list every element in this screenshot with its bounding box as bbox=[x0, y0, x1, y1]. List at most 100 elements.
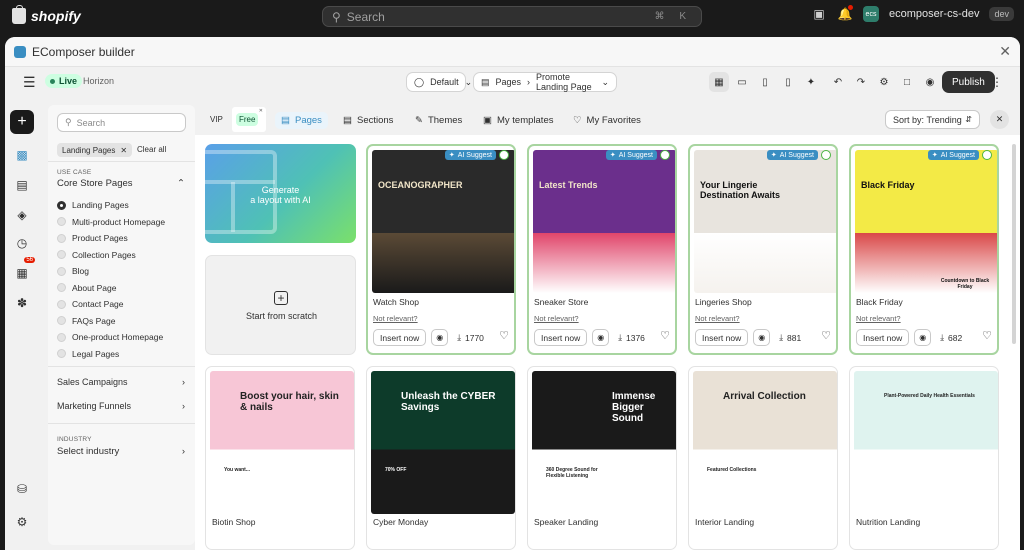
heart-icon[interactable]: ♡ bbox=[660, 329, 670, 342]
global-search-input[interactable]: ⚲ Search ⌘ K bbox=[322, 6, 702, 27]
preview-eye-icon[interactable]: ◉ bbox=[914, 329, 932, 346]
template-thumbnail[interactable]: Latest Trends bbox=[533, 150, 675, 293]
radio-button[interactable] bbox=[57, 250, 66, 259]
store-icon[interactable]: ▣ bbox=[811, 6, 827, 22]
heart-icon[interactable]: ♡ bbox=[499, 329, 509, 342]
filter-option[interactable]: Landing Pages bbox=[57, 200, 129, 210]
store-name[interactable]: ecomposer-cs-dev bbox=[889, 8, 979, 20]
preview-eye-icon[interactable]: ◉ bbox=[431, 329, 449, 346]
tab-sections[interactable]: ▤ Sections bbox=[343, 112, 393, 129]
gear-icon[interactable]: ⚙ bbox=[10, 510, 34, 534]
filter-option[interactable]: FAQs Page bbox=[57, 316, 115, 326]
magic-icon[interactable]: ✦ bbox=[801, 72, 821, 92]
marketing-funnels-link[interactable]: Marketing Funnels › bbox=[57, 401, 185, 411]
template-card[interactable]: Plant-Powered Daily Health Essentials Nut… bbox=[849, 366, 999, 550]
insert-now-button[interactable]: Insert now bbox=[856, 329, 910, 346]
not-relevant-link[interactable]: Not relevant? bbox=[373, 314, 418, 323]
insert-now-button[interactable]: Insert now bbox=[373, 329, 427, 346]
history-icon[interactable]: ◷ bbox=[10, 231, 34, 255]
template-thumbnail[interactable]: Unleash the CYBER Savings 70% OFF bbox=[371, 371, 515, 514]
radio-button[interactable] bbox=[57, 316, 66, 325]
tab-my-favorites[interactable]: ♡ My Favorites bbox=[573, 112, 641, 129]
apps-icon[interactable]: ▦ 56 bbox=[10, 257, 35, 285]
integrations-icon[interactable]: ✽ bbox=[10, 291, 34, 315]
radio-button[interactable] bbox=[57, 332, 66, 342]
page-select[interactable]: ▤ Pages › Promote Landing Page ⌄ bbox=[473, 72, 617, 92]
pages-icon[interactable]: ▤ bbox=[10, 173, 34, 197]
preview-eye-icon[interactable]: ◉ bbox=[753, 329, 771, 346]
scrollbar[interactable] bbox=[1012, 144, 1016, 344]
tab-pages[interactable]: ▤ Pages bbox=[275, 112, 328, 129]
radio-button[interactable] bbox=[57, 299, 66, 309]
insert-now-button[interactable]: Insert now bbox=[695, 329, 749, 346]
store-avatar[interactable]: ecs bbox=[863, 6, 879, 22]
radio-button[interactable] bbox=[57, 283, 66, 292]
industry-dropdown[interactable]: Select industry › bbox=[57, 446, 185, 457]
layout-icon[interactable]: ▦ bbox=[709, 72, 729, 92]
template-card[interactable]: Boost your hair, skin & nails You want...… bbox=[205, 366, 355, 550]
template-thumbnail[interactable]: Immense Bigger Sound 360 Degree Sound for… bbox=[532, 371, 676, 514]
bell-icon[interactable]: 🔔 bbox=[837, 5, 853, 22]
settings-icon[interactable]: ⚙ bbox=[874, 72, 894, 92]
close-icon[interactable]: ✕ bbox=[120, 146, 127, 155]
close-browser-button[interactable]: ✕ bbox=[990, 110, 1009, 129]
not-relevant-link[interactable]: Not relevant? bbox=[856, 314, 901, 323]
close-icon[interactable]: ✕ bbox=[259, 108, 263, 114]
shopify-logo[interactable]: shopify bbox=[12, 5, 81, 24]
filter-option[interactable]: Blog bbox=[57, 266, 89, 276]
redo-icon[interactable]: ↷ bbox=[851, 72, 871, 92]
close-icon[interactable]: ✕ bbox=[999, 43, 1011, 60]
radio-button[interactable] bbox=[57, 349, 66, 358]
template-card[interactable]: Unleash the CYBER Savings 70% OFF Cyber Mo… bbox=[366, 366, 516, 550]
radio-button[interactable] bbox=[57, 266, 66, 276]
heart-icon[interactable]: ♡ bbox=[982, 329, 992, 342]
add-icon[interactable]: + bbox=[10, 110, 34, 134]
database-icon[interactable]: ⛁ bbox=[10, 477, 34, 501]
filter-option[interactable]: Contact Page bbox=[57, 299, 124, 309]
template-thumbnail[interactable]: OCEANOGRAPHER bbox=[372, 150, 514, 293]
insert-now-button[interactable]: Insert now bbox=[534, 329, 588, 346]
radio-button[interactable] bbox=[57, 217, 66, 226]
desktop-icon[interactable]: ▭ bbox=[732, 72, 752, 92]
filter-option[interactable]: About Page bbox=[57, 283, 116, 293]
tab-my-templates[interactable]: ▣ My templates bbox=[483, 112, 553, 129]
start-from-scratch-card[interactable]: + Start from scratch bbox=[205, 255, 356, 355]
tablet-icon[interactable]: ▯ bbox=[755, 72, 775, 92]
template-card[interactable]: Immense Bigger Sound 360 Degree Sound for… bbox=[527, 366, 677, 550]
template-thumbnail[interactable]: Your Lingerie Destination Awaits bbox=[694, 150, 836, 293]
template-card[interactable]: Arrival Collection Featured Collections In… bbox=[688, 366, 838, 550]
sales-campaigns-link[interactable]: Sales Campaigns › bbox=[57, 377, 185, 387]
filter-option[interactable]: Legal Pages bbox=[57, 349, 119, 359]
template-card[interactable]: Latest Trends ✦ AI Suggest Sneaker Store Not… bbox=[527, 144, 677, 355]
filter-option[interactable]: One-product Homepage bbox=[57, 332, 163, 342]
more-icon[interactable]: ⋮ bbox=[991, 75, 1003, 89]
free-filter[interactable]: Free ✕ bbox=[232, 107, 266, 132]
preview-eye-icon[interactable]: ◉ bbox=[592, 329, 610, 346]
template-thumbnail[interactable]: Arrival Collection Featured Collections bbox=[693, 371, 837, 514]
not-relevant-link[interactable]: Not relevant? bbox=[695, 314, 740, 323]
heart-icon[interactable]: ♡ bbox=[821, 329, 831, 342]
template-card[interactable]: Black Friday Countdown to Black Friday ✦ AI… bbox=[849, 144, 999, 355]
filter-search-input[interactable]: ⚲ Search bbox=[57, 113, 186, 132]
template-card[interactable]: Your Lingerie Destination Awaits ✦ AI Sugg… bbox=[688, 144, 838, 355]
sort-select[interactable]: Sort by: Trending ⇵ bbox=[885, 110, 980, 129]
layers-icon[interactable]: ◈ bbox=[10, 203, 34, 227]
vip-filter[interactable]: VIP bbox=[210, 115, 223, 124]
radio-button[interactable] bbox=[57, 200, 66, 210]
filter-option[interactable]: Collection Pages bbox=[57, 250, 136, 260]
tab-themes[interactable]: ✎ Themes bbox=[415, 112, 462, 129]
undo-icon[interactable]: ↶ bbox=[828, 72, 848, 92]
filter-option[interactable]: Product Pages bbox=[57, 233, 128, 243]
clear-all-link[interactable]: Clear all bbox=[137, 145, 166, 154]
help-icon[interactable]: □ bbox=[897, 72, 917, 92]
template-thumbnail[interactable]: Black Friday Countdown to Black Friday bbox=[855, 150, 997, 293]
not-relevant-link[interactable]: Not relevant? bbox=[534, 314, 579, 323]
template-thumbnail[interactable]: Boost your hair, skin & nails You want... bbox=[210, 371, 354, 514]
publish-button[interactable]: Publish bbox=[942, 71, 995, 93]
filter-chip[interactable]: Landing Pages ✕ bbox=[57, 143, 133, 157]
preview-eye-icon[interactable]: ◉ bbox=[920, 72, 940, 92]
filter-option[interactable]: Multi-product Homepage bbox=[57, 217, 165, 227]
template-select[interactable]: ◯ Default ⌄ bbox=[406, 72, 472, 92]
mobile-icon[interactable]: ▯ bbox=[778, 72, 798, 92]
templates-icon[interactable]: ▩ bbox=[10, 143, 34, 167]
